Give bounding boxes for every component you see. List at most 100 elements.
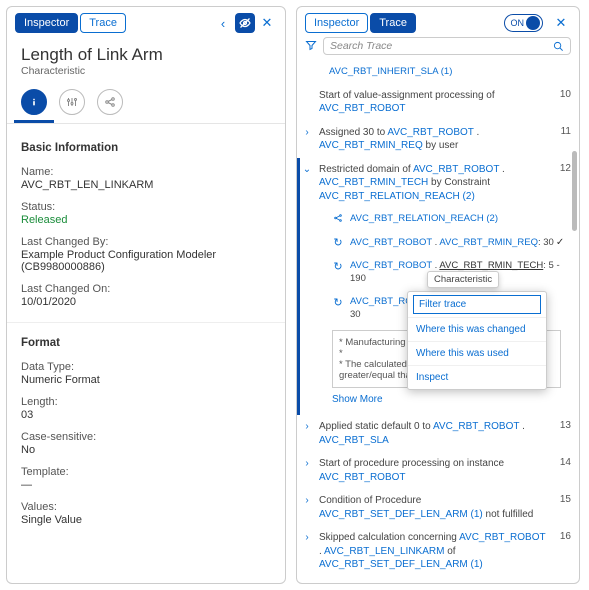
reload-icon: ↻ (332, 236, 344, 249)
status-value: Released (21, 214, 271, 226)
link-underlined[interactable]: AVC_RBT_RMIN_TECH (439, 260, 543, 271)
chevron-right-icon[interactable]: › (301, 532, 313, 543)
page-title: Length of Link Arm (7, 37, 285, 65)
chevron-right-icon[interactable]: › (301, 421, 313, 432)
trace-row[interactable]: › Condition of Procedure AVC_RBT_SET_DEF… (297, 489, 579, 526)
tabset: Inspector Trace (305, 13, 416, 33)
body: Basic Information Name: AVC_RBT_LEN_LINK… (7, 124, 285, 583)
trace-row[interactable]: › Assigned 30 to AVC_RBT_ROBOT . AVC_RBT… (297, 121, 579, 158)
values-value: Single Value (21, 514, 271, 526)
changedby-value: Example Product Configuration Modeler (C… (21, 249, 271, 273)
close-icon[interactable]: ✕ (551, 13, 571, 33)
sliders-tab-icon[interactable] (59, 89, 85, 115)
row-number: 14 (555, 457, 571, 468)
trace-panel: Inspector Trace ON ✕ Search Trace AVC_RB… (296, 6, 580, 584)
trace-row[interactable]: ⌄ Restricted domain of AVC_RBT_ROBOT . A… (297, 158, 579, 209)
tab-inspector[interactable]: Inspector (15, 13, 78, 33)
divider (7, 322, 285, 323)
trace-sub[interactable]: AVC_RBT_INHERIT_SLA (1) (297, 61, 579, 84)
changedon-label: Last Changed On: (21, 283, 271, 295)
section-basic: Basic Information (21, 142, 271, 154)
changedon-value: 10/01/2020 (21, 296, 271, 308)
header: Inspector Trace ON ✕ (297, 7, 579, 37)
search-icon (553, 41, 564, 52)
menu-where-used[interactable]: Where this was used (408, 341, 546, 365)
trace-sub[interactable]: ↻ AVC_RBT_ROBOT . AVC_RBT_RMIN_REQ: 30✓ (300, 231, 579, 255)
trace-row[interactable]: › Skipped calculation concerning AVC_RBT… (297, 526, 579, 577)
trace-toggle[interactable]: ON (504, 14, 544, 32)
tabset: Inspector Trace (15, 13, 126, 33)
inspector-panel: Inspector Trace ‹ ✕ Length of Link Arm C… (6, 6, 286, 584)
link[interactable]: AVC_RBT_RMIN_TECH (319, 177, 428, 188)
case-label: Case-sensitive: (21, 431, 271, 443)
tooltip: Characteristic (427, 271, 499, 288)
name-label: Name: (21, 166, 271, 178)
values-label: Values: (21, 501, 271, 513)
reload-icon: ↻ (332, 260, 344, 273)
length-label: Length: (21, 396, 271, 408)
trace-row[interactable]: › Applied static default 0 to AVC_RBT_RO… (297, 415, 579, 452)
datatype-value: Numeric Format (21, 374, 271, 386)
header: Inspector Trace ‹ ✕ (7, 7, 285, 37)
toggle-label: ON (511, 18, 525, 28)
show-more-link[interactable]: Show More (300, 390, 579, 415)
link[interactable]: AVC_RBT_RMIN_REQ (439, 237, 538, 248)
template-label: Template: (21, 466, 271, 478)
link[interactable]: AVC_RBT_ROBOT (319, 103, 406, 114)
eye-off-icon[interactable] (235, 13, 255, 33)
share-tab-icon[interactable] (97, 89, 123, 115)
menu-filter-trace[interactable]: Filter trace (413, 295, 541, 314)
search-placeholder: Search Trace (330, 40, 392, 52)
link[interactable]: AVC_RBT_ROBOT (433, 421, 519, 432)
close-icon[interactable]: ✕ (257, 13, 277, 33)
tab-trace[interactable]: Trace (80, 13, 126, 33)
link[interactable]: AVC_RBT_ROBOT (413, 164, 499, 175)
link[interactable]: AVC_RBT_SET_DEF_LEN_ARM (1) (319, 559, 483, 570)
chevron-left-icon[interactable]: ‹ (213, 13, 233, 33)
trace-row[interactable]: Start of value-assignment processing of … (297, 84, 579, 121)
row-number: 13 (555, 420, 571, 431)
reload-icon: ↻ (332, 296, 344, 309)
link[interactable]: AVC_RBT_RELATION_REACH (2) (319, 191, 475, 202)
link[interactable]: AVC_RBT_INHERIT_SLA (1) (329, 66, 452, 77)
link[interactable]: AVC_RBT_ROBOT (350, 237, 432, 248)
context-menu: Filter trace Where this was changed Wher… (407, 291, 547, 390)
info-tab-icon[interactable] (21, 89, 47, 115)
template-value: — (21, 479, 271, 491)
scrollbar[interactable] (572, 151, 577, 231)
tab-inspector[interactable]: Inspector (305, 13, 368, 33)
tab-trace[interactable]: Trace (370, 13, 416, 33)
check-icon: ✓ (556, 237, 564, 248)
filter-icon[interactable] (305, 39, 317, 54)
link[interactable]: AVC_RBT_ROBOT (319, 472, 406, 483)
status-label: Status: (21, 201, 271, 213)
link[interactable]: AVC_RBT_ROBOT (459, 532, 545, 543)
chevron-down-icon[interactable]: ⌄ (301, 164, 313, 175)
share-icon (332, 213, 344, 226)
menu-where-changed[interactable]: Where this was changed (408, 317, 546, 341)
datatype-label: Data Type: (21, 361, 271, 373)
row-number: 12 (555, 163, 571, 174)
trace-sub[interactable]: AVC_RBT_RELATION_REACH (2) (300, 208, 579, 231)
chevron-right-icon[interactable]: › (301, 127, 313, 138)
menu-inspect[interactable]: Inspect (408, 365, 546, 389)
search-input[interactable]: Search Trace (323, 37, 571, 55)
trace-row[interactable]: › Start of procedure processing on insta… (297, 452, 579, 489)
length-value: 03 (21, 409, 271, 421)
link[interactable]: AVC_RBT_ROBOT (387, 127, 473, 138)
link[interactable]: AVC_RBT_RMIN_REQ (319, 140, 423, 151)
chevron-right-icon[interactable]: › (301, 495, 313, 506)
changedby-label: Last Changed By: (21, 236, 271, 248)
link[interactable]: AVC_RBT_SLA (319, 435, 389, 446)
row-number: 11 (555, 126, 571, 137)
link[interactable]: AVC_RBT_RELATION_REACH (2) (350, 213, 498, 224)
icon-tabs (7, 87, 285, 124)
toggle-knob (526, 16, 540, 30)
link[interactable]: AVC_RBT_LEN_LINKARM (324, 546, 444, 557)
link[interactable]: AVC_RBT_ROBOT (350, 260, 432, 271)
name-value: AVC_RBT_LEN_LINKARM (21, 179, 271, 191)
link[interactable]: AVC_RBT_SET_DEF_LEN_ARM (1) (319, 509, 483, 520)
search-row: Search Trace (297, 37, 579, 61)
chevron-right-icon[interactable]: › (301, 458, 313, 469)
section-format: Format (21, 337, 271, 349)
